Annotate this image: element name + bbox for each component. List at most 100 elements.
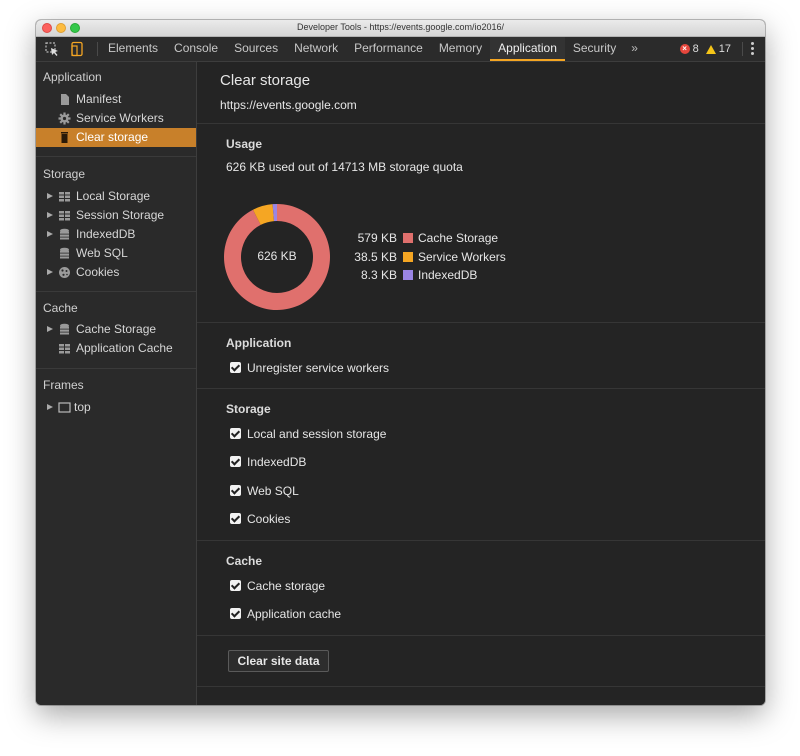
sidebar-item-cache-storage[interactable]: Cache Storage xyxy=(36,320,196,339)
sidebar-item-local-storage[interactable]: Local Storage xyxy=(36,187,196,206)
application-cache-checkbox[interactable]: Application cache xyxy=(230,605,341,621)
sidebar-item-label: Manifest xyxy=(76,92,122,106)
sidebar-heading-frames: Frames xyxy=(43,378,84,392)
sidebar-divider xyxy=(36,156,196,157)
expand-arrow-icon[interactable] xyxy=(47,231,53,237)
expand-arrow-icon[interactable] xyxy=(47,404,53,410)
unregister-service-workers-checkbox[interactable]: Unregister service workers xyxy=(230,359,389,375)
section-divider xyxy=(197,686,765,687)
inspect-element-icon[interactable] xyxy=(44,41,60,57)
legend-swatch xyxy=(403,252,413,262)
sidebar-divider xyxy=(36,291,196,292)
tab-application[interactable]: Application xyxy=(490,37,565,61)
sidebar-item-label: Clear storage xyxy=(76,130,149,144)
frame-icon xyxy=(58,402,71,413)
checkbox-label: Cache storage xyxy=(247,578,326,593)
sidebar-item-label: top xyxy=(74,400,91,414)
checkbox-label: Application cache xyxy=(247,606,342,621)
application-heading: Application xyxy=(226,336,292,350)
error-icon: × xyxy=(679,44,690,54)
grid-icon xyxy=(59,192,70,202)
section-divider xyxy=(197,322,765,323)
legend-item-service-workers: 38.5 KB Service Workers xyxy=(347,249,506,265)
sidebar-item-label: Local Storage xyxy=(76,189,151,203)
sidebar: Application Manifest Service Workers Cle… xyxy=(36,62,197,705)
legend-name: Service Workers xyxy=(418,250,506,264)
sidebar-item-web-sql[interactable]: Web SQL xyxy=(36,244,196,263)
toolbar-separator-right xyxy=(742,42,743,56)
cookie-icon xyxy=(59,267,70,278)
sidebar-item-manifest[interactable]: Manifest xyxy=(36,90,196,109)
sidebar-item-indexeddb[interactable]: IndexedDB xyxy=(36,225,196,244)
warning-icon xyxy=(705,44,716,54)
trash-icon xyxy=(61,132,68,143)
legend-swatch xyxy=(403,270,413,280)
panel-tabs: Elements Console Sources Network Perform… xyxy=(100,37,645,61)
web-sql-checkbox[interactable]: Web SQL xyxy=(230,482,299,498)
checkbox-checked-icon[interactable] xyxy=(230,428,241,440)
legend-value: 38.5 KB xyxy=(354,250,397,264)
sidebar-item-label: Application Cache xyxy=(76,341,173,355)
checkbox-checked-icon[interactable] xyxy=(230,456,241,468)
database-icon xyxy=(60,247,69,259)
sidebar-item-cookies[interactable]: Cookies xyxy=(36,263,196,282)
tab-network[interactable]: Network xyxy=(286,37,346,61)
section-divider xyxy=(197,388,765,389)
tab-security[interactable]: Security xyxy=(565,37,624,61)
device-toolbar-icon[interactable] xyxy=(69,41,85,57)
legend-value: 579 KB xyxy=(357,231,397,245)
sidebar-item-application-cache[interactable]: Application Cache xyxy=(36,339,196,358)
checkbox-checked-icon[interactable] xyxy=(230,362,241,374)
console-status[interactable]: × 8 17 xyxy=(679,37,731,61)
usage-heading: Usage xyxy=(226,137,263,151)
devtools-window: Developer Tools - https://events.google.… xyxy=(36,20,765,705)
sidebar-item-label: Service Workers xyxy=(76,111,164,125)
checkbox-checked-icon[interactable] xyxy=(230,608,241,620)
usage-summary: 626 KB used out of 14713 MB storage quot… xyxy=(226,160,463,174)
section-divider xyxy=(197,123,765,124)
legend-item-indexeddb: 8.3 KB IndexedDB xyxy=(347,267,477,283)
checkbox-label: Unregister service workers xyxy=(247,360,390,375)
checkbox-label: Cookies xyxy=(247,511,291,526)
origin-url: https://events.google.com xyxy=(220,98,357,112)
expand-arrow-icon[interactable] xyxy=(47,193,53,199)
window-title: Developer Tools - https://events.google.… xyxy=(297,22,504,32)
cookies-checkbox[interactable]: Cookies xyxy=(230,510,290,526)
sidebar-item-label: IndexedDB xyxy=(76,227,136,241)
tab-memory[interactable]: Memory xyxy=(431,37,490,61)
gear-icon xyxy=(58,112,71,125)
checkbox-checked-icon[interactable] xyxy=(230,485,241,497)
sidebar-item-session-storage[interactable]: Session Storage xyxy=(36,206,196,225)
more-options-icon[interactable] xyxy=(751,42,755,56)
sidebar-heading-cache: Cache xyxy=(43,301,78,315)
sidebar-item-label: Cache Storage xyxy=(76,322,157,336)
sidebar-divider xyxy=(36,368,196,369)
expand-arrow-icon[interactable] xyxy=(47,212,53,218)
expand-arrow-icon[interactable] xyxy=(47,269,53,275)
sidebar-item-frame-top[interactable]: top xyxy=(36,398,196,417)
sidebar-item-service-workers[interactable]: Service Workers xyxy=(36,109,196,128)
checkbox-label: Local and session storage xyxy=(247,426,387,441)
expand-arrow-icon[interactable] xyxy=(47,326,53,332)
tab-performance[interactable]: Performance xyxy=(346,37,431,61)
indexeddb-checkbox[interactable]: IndexedDB xyxy=(230,453,306,469)
file-icon xyxy=(61,94,69,105)
devtools-toolbar: Elements Console Sources Network Perform… xyxy=(36,37,765,62)
checkbox-checked-icon[interactable] xyxy=(230,513,241,525)
sidebar-item-label: Session Storage xyxy=(76,208,165,222)
tab-console[interactable]: Console xyxy=(166,37,226,61)
error-count: 8 xyxy=(692,43,699,55)
legend-name: Cache Storage xyxy=(418,231,499,245)
cache-storage-checkbox[interactable]: Cache storage xyxy=(230,577,325,593)
clear-site-data-button[interactable]: Clear site data xyxy=(228,650,329,672)
section-divider xyxy=(197,635,765,636)
tab-sources[interactable]: Sources xyxy=(226,37,286,61)
sidebar-item-label: Web SQL xyxy=(76,246,128,260)
sidebar-item-clear-storage[interactable]: Clear storage xyxy=(36,128,196,147)
cache-heading: Cache xyxy=(226,554,263,568)
checkbox-checked-icon[interactable] xyxy=(230,580,241,592)
more-tabs-button[interactable]: » xyxy=(624,37,645,61)
tab-elements[interactable]: Elements xyxy=(100,37,166,61)
checkbox-label: Web SQL xyxy=(247,483,299,498)
local-session-storage-checkbox[interactable]: Local and session storage xyxy=(230,425,386,441)
